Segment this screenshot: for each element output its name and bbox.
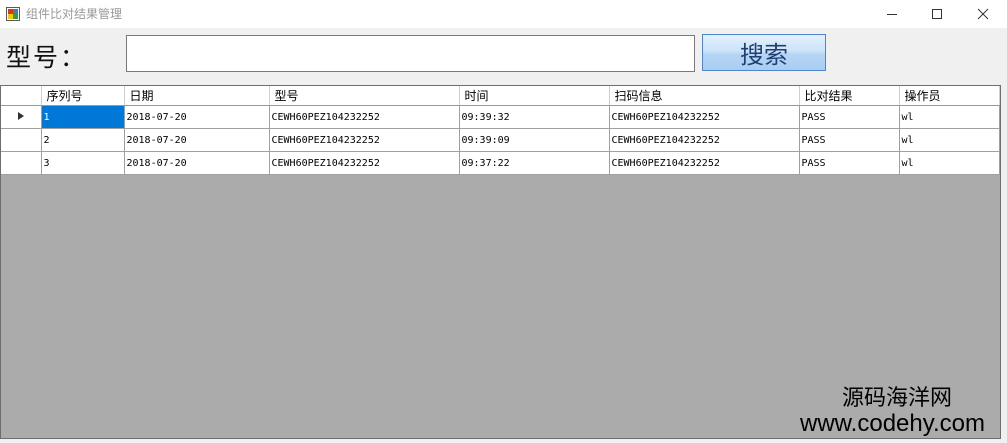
search-button[interactable]: 搜索: [702, 34, 826, 71]
grid-corner-cell[interactable]: [1, 86, 42, 106]
maximize-button[interactable]: [914, 0, 960, 28]
column-header-model[interactable]: 型号: [269, 86, 460, 106]
window-title: 组件比对结果管理: [26, 7, 123, 21]
cell-scan-info[interactable]: CEWH60PEZ104232252: [609, 151, 800, 175]
cell-model[interactable]: CEWH60PEZ104232252: [269, 151, 460, 175]
watermark-site-name: 源码海洋网: [842, 386, 953, 411]
cell-serial[interactable]: 1: [41, 105, 125, 129]
cell-serial[interactable]: 2: [41, 128, 125, 152]
cell-model[interactable]: CEWH60PEZ104232252: [269, 128, 460, 152]
cell-time[interactable]: 09:39:09: [459, 128, 610, 152]
cell-date[interactable]: 2018-07-20: [124, 151, 270, 175]
cell-scan-info[interactable]: CEWH60PEZ104232252: [609, 128, 800, 152]
cell-scan-info[interactable]: CEWH60PEZ104232252: [609, 105, 800, 129]
cell-serial[interactable]: 3: [41, 151, 125, 175]
column-header-compare-result[interactable]: 比对结果: [799, 86, 900, 106]
cell-operator[interactable]: wl: [899, 105, 1000, 129]
table-row[interactable]: 1 2018-07-20 CEWH60PEZ104232252 09:39:32…: [1, 105, 1000, 129]
column-header-operator[interactable]: 操作员: [899, 86, 1000, 106]
title-bar: 组件比对结果管理: [0, 0, 1007, 28]
column-header-serial[interactable]: 序列号: [41, 86, 125, 106]
minimize-button[interactable]: [869, 0, 915, 28]
close-button[interactable]: [960, 0, 1006, 28]
cell-date[interactable]: 2018-07-20: [124, 105, 270, 129]
cell-time[interactable]: 09:37:22: [459, 151, 610, 175]
close-icon: [977, 8, 989, 20]
row-header[interactable]: [1, 151, 42, 175]
watermark-url: www.codehy.com: [800, 410, 985, 437]
cell-operator[interactable]: wl: [899, 151, 1000, 175]
cell-time[interactable]: 09:39:32: [459, 105, 610, 129]
minimize-icon: [887, 14, 897, 15]
maximize-icon: [932, 9, 942, 19]
current-row-arrow-icon: [17, 111, 24, 120]
header-row: 序列号 日期 型号 时间 扫码信息 比对结果 操作员: [1, 86, 1000, 106]
row-header[interactable]: [1, 128, 42, 152]
column-header-time[interactable]: 时间: [459, 86, 610, 106]
table-row[interactable]: 3 2018-07-20 CEWH60PEZ104232252 09:37:22…: [1, 151, 1000, 175]
cell-date[interactable]: 2018-07-20: [124, 128, 270, 152]
results-table: 序列号 日期 型号 时间 扫码信息 比对结果 操作员 1 2018-07-20 …: [1, 86, 1000, 175]
cell-operator[interactable]: wl: [899, 128, 1000, 152]
app-window: 组件比对结果管理 型号： 搜索 序列号 日期 型号 时间 扫码信息 比对结果 操…: [0, 0, 1007, 443]
table-row[interactable]: 2 2018-07-20 CEWH60PEZ104232252 09:39:09…: [1, 128, 1000, 152]
model-search-input[interactable]: [126, 35, 695, 72]
row-header[interactable]: [1, 105, 42, 129]
app-icon: [6, 7, 20, 21]
column-header-scan-info[interactable]: 扫码信息: [609, 86, 800, 106]
cell-compare-result[interactable]: PASS: [799, 128, 900, 152]
cell-compare-result[interactable]: PASS: [799, 151, 900, 175]
column-header-date[interactable]: 日期: [124, 86, 270, 106]
cell-model[interactable]: CEWH60PEZ104232252: [269, 105, 460, 129]
cell-compare-result[interactable]: PASS: [799, 105, 900, 129]
model-label: 型号：: [6, 43, 88, 72]
